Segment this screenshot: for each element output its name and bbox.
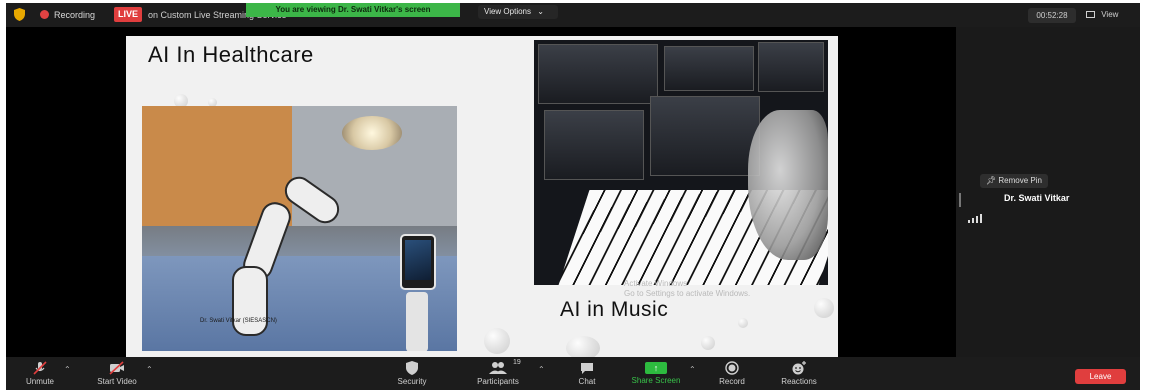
- live-badge[interactable]: LIVE: [114, 7, 142, 22]
- water-drop-decoration: [701, 336, 715, 350]
- recording-dot-icon: [40, 10, 49, 19]
- record-icon: [725, 361, 739, 375]
- grid-view-icon: [1086, 11, 1095, 18]
- shield-icon: [406, 361, 418, 375]
- meeting-toolbar: Unmute ⌃ Start Video ⌃ Security Particip…: [6, 357, 1140, 390]
- view-options-button[interactable]: View Options ⌄: [478, 5, 558, 19]
- record-button[interactable]: Record: [712, 357, 752, 386]
- participant-side-panel: 📌︎ Remove Pin Dr. Swati Vitkar: [956, 27, 1140, 357]
- water-drop-decoration: [738, 318, 748, 328]
- activate-windows-watermark: Activate Windows Go to Settings to activ…: [624, 279, 751, 298]
- healthcare-robot-photo: Dr. Swati Vitkar (SIESASCN): [142, 106, 457, 351]
- video-off-icon: [109, 361, 124, 375]
- view-label: View: [1101, 10, 1119, 19]
- leave-button[interactable]: Leave: [1075, 369, 1126, 384]
- music-robot-photo: [534, 40, 828, 285]
- share-screen-button[interactable]: ↑ Share Screen: [626, 357, 686, 385]
- chat-button[interactable]: Chat: [572, 357, 602, 386]
- participants-options-chevron-icon[interactable]: ⌃: [538, 365, 545, 374]
- slide-caption: Dr. Swati Vitkar (SIESASCN): [200, 318, 277, 324]
- chat-label: Chat: [578, 377, 596, 386]
- share-options-chevron-icon[interactable]: ⌃: [689, 365, 696, 374]
- water-drop-decoration: [484, 328, 510, 354]
- unmute-label: Unmute: [25, 377, 54, 386]
- chevron-down-icon: ⌄: [537, 7, 544, 16]
- security-label: Security: [397, 377, 427, 386]
- viewing-screen-banner: You are viewing Dr. Swati Vitkar's scree…: [246, 3, 460, 17]
- presentation-slide: AI In Healthcare Dr. Swati Vitkar (SIESA…: [126, 36, 838, 359]
- shield-icon[interactable]: [14, 8, 25, 21]
- start-video-label: Start Video: [97, 377, 137, 386]
- remove-pin-button[interactable]: 📌︎ Remove Pin: [980, 174, 1048, 188]
- robot-hand: [748, 110, 828, 260]
- participants-icon: [489, 362, 507, 374]
- unmute-button[interactable]: Unmute: [18, 357, 62, 386]
- slide-title-healthcare: AI In Healthcare: [148, 42, 314, 67]
- start-video-button[interactable]: Start Video: [90, 357, 144, 386]
- top-bar: Recording LIVE on Custom Live Streaming …: [6, 3, 1140, 27]
- signal-strength-icon: [968, 214, 982, 223]
- smiley-plus-icon: [792, 361, 806, 375]
- reactions-button[interactable]: Reactions: [774, 357, 824, 386]
- meeting-timer: 00:52:28: [1028, 8, 1076, 23]
- robot-monitor: [400, 234, 436, 290]
- audio-options-chevron-icon[interactable]: ⌃: [64, 365, 71, 374]
- chat-bubble-icon: [581, 363, 593, 374]
- zoom-window: Recording LIVE on Custom Live Streaming …: [6, 3, 1140, 390]
- recording-label[interactable]: Recording: [54, 10, 95, 20]
- participant-name: Dr. Swati Vitkar: [1004, 193, 1070, 203]
- view-button[interactable]: View: [1086, 10, 1118, 19]
- muted-microphone-icon: [33, 361, 47, 375]
- participants-label: Participants: [477, 377, 519, 386]
- remove-pin-label: Remove Pin: [998, 176, 1042, 185]
- pin-icon: 📌︎: [986, 176, 997, 185]
- reactions-label: Reactions: [781, 377, 817, 386]
- view-options-label: View Options: [484, 7, 531, 16]
- water-drop-decoration: [814, 298, 834, 318]
- video-options-chevron-icon[interactable]: ⌃: [146, 365, 153, 374]
- surgical-lamp: [342, 116, 402, 150]
- participants-count: 19: [513, 359, 521, 366]
- security-button[interactable]: Security: [390, 357, 434, 386]
- record-label: Record: [719, 377, 745, 386]
- share-screen-label: Share Screen: [631, 376, 681, 385]
- share-screen-arrow-icon: ↑: [645, 362, 667, 374]
- slide-title-music: AI in Music: [560, 298, 669, 321]
- panel-resize-handle[interactable]: [959, 193, 961, 207]
- water-drop-decoration: [566, 336, 600, 359]
